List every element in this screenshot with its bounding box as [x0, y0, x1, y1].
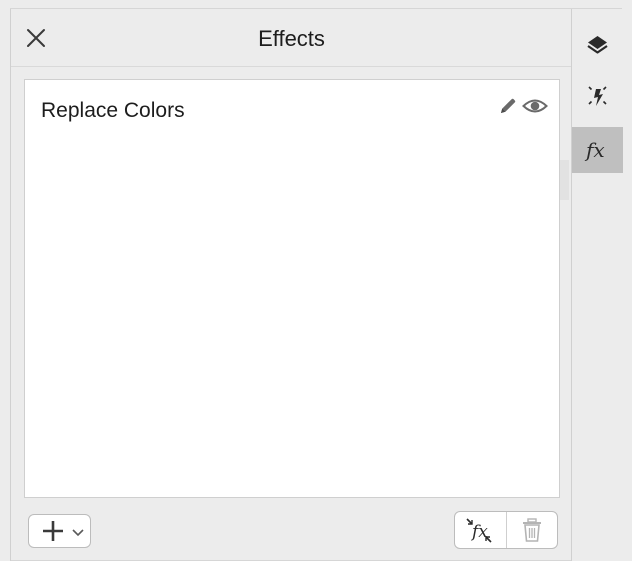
tab-effects-sparkle[interactable] [572, 73, 623, 119]
side-tab-bar: fx [571, 9, 623, 561]
fx-collapse-button[interactable]: fx [455, 512, 506, 548]
effects-list: Replace Colors [24, 79, 560, 498]
panel-title: Effects [258, 26, 325, 51]
effect-item[interactable]: Replace Colors [25, 80, 559, 138]
delete-effect-button[interactable] [507, 512, 557, 548]
tab-layers[interactable] [572, 23, 623, 69]
eye-icon[interactable] [522, 96, 548, 116]
panel-resize-grip[interactable] [560, 160, 569, 200]
effects-panel: Effects Replace Colors fx [10, 9, 572, 561]
add-effect-button[interactable] [28, 514, 91, 548]
fx-collapse-icon: fx [466, 518, 492, 543]
chevron-down-icon [72, 529, 84, 537]
tab-fx[interactable]: fx [572, 127, 623, 173]
trash-icon [523, 518, 541, 542]
panel-header: Effects [11, 9, 572, 67]
app-window: Effects Replace Colors fx fx [0, 0, 632, 561]
plus-icon [43, 521, 63, 541]
layers-icon [587, 36, 608, 54]
sparkle-icon [588, 86, 607, 106]
fx-icon: fx [584, 138, 605, 162]
effect-actions-group: fx [454, 511, 558, 549]
effect-name: Replace Colors [41, 99, 185, 122]
svg-text:fx: fx [584, 138, 605, 162]
pencil-icon[interactable] [498, 96, 518, 116]
